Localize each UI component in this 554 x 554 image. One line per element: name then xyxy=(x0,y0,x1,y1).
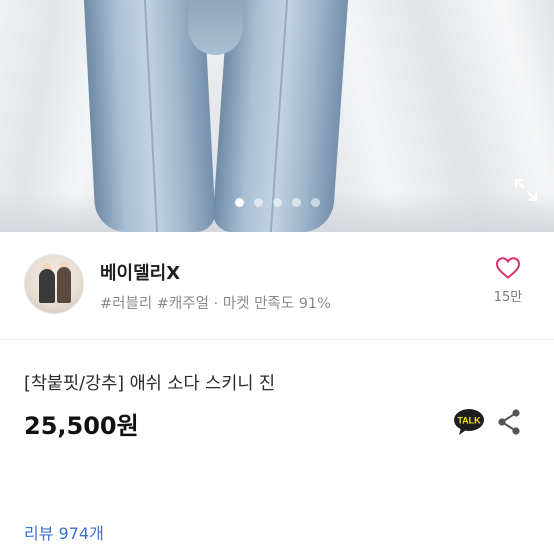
seller-tags: #러블리 #캐주얼 · 마켓 만족도 91% xyxy=(100,296,331,312)
gallery-pagination xyxy=(0,192,554,211)
seller-info[interactable]: 베이델리X #러블리 #캐주얼 · 마켓 만족도 91% 15만 xyxy=(0,232,554,332)
expand-arrows-icon xyxy=(514,178,538,202)
kakaotalk-icon: TALK xyxy=(454,409,484,435)
product-title: [착붙핏/강추] 애쉬 소다 스키니 진 xyxy=(24,374,276,394)
section-divider xyxy=(0,339,554,340)
like-button[interactable]: 15만 xyxy=(482,256,534,305)
product-price: 25,500원 xyxy=(24,412,139,440)
review-link[interactable]: 리뷰 974개 xyxy=(24,520,104,544)
talk-label: TALK xyxy=(457,416,481,426)
heart-outline-icon xyxy=(495,257,521,279)
gallery-dot[interactable] xyxy=(310,198,320,207)
seller-name[interactable]: 베이델리X xyxy=(100,259,180,285)
gallery-dot[interactable] xyxy=(234,198,244,207)
seller-avatar[interactable] xyxy=(24,254,84,314)
share-icon xyxy=(498,409,520,435)
expand-image-button[interactable] xyxy=(512,176,540,204)
gallery-dot[interactable] xyxy=(253,198,263,207)
gallery-dot[interactable] xyxy=(272,198,282,207)
kakaotalk-chat-button[interactable]: TALK xyxy=(452,408,486,436)
jeans-crotch xyxy=(188,0,243,55)
like-count: 15만 xyxy=(493,290,523,305)
gallery-dot[interactable] xyxy=(291,198,301,207)
share-button[interactable] xyxy=(496,408,522,436)
product-image-gallery[interactable] xyxy=(0,0,554,232)
